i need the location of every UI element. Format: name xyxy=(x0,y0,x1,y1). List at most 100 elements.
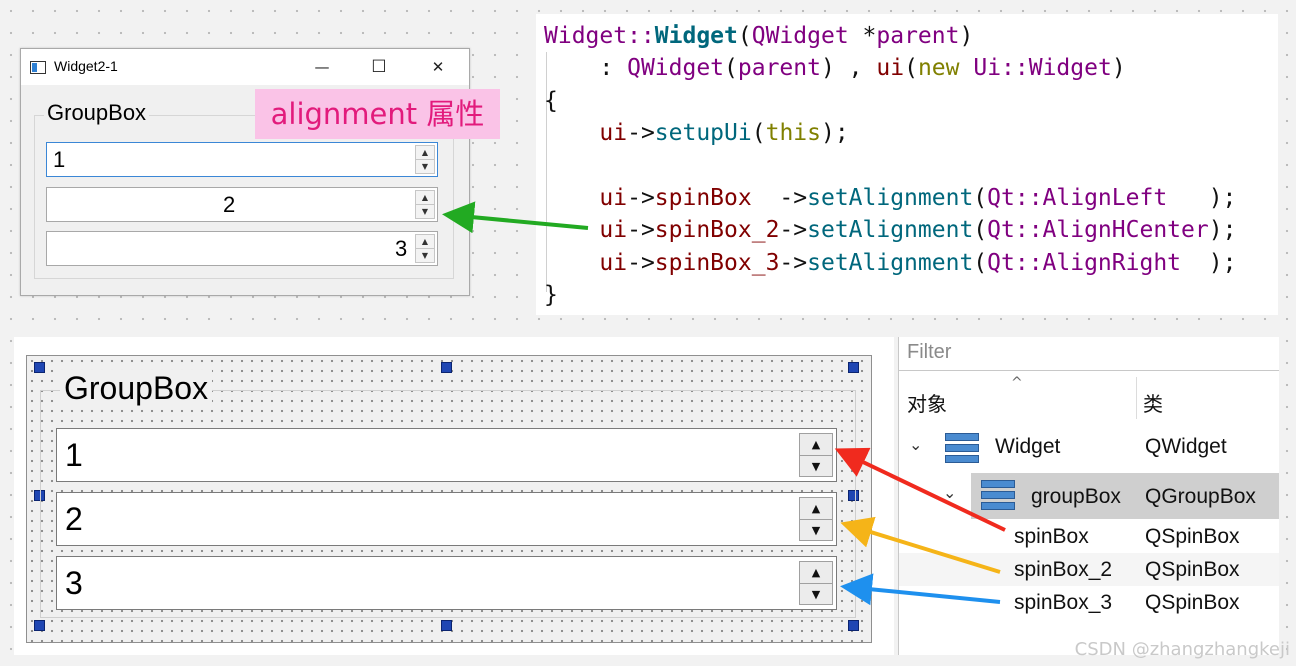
expand-icon[interactable]: ⌄ xyxy=(943,483,956,503)
code-token: setupUi xyxy=(654,120,752,147)
code-token: -> xyxy=(627,120,655,147)
spin-down-icon[interactable]: ▼ xyxy=(800,456,832,477)
code-token: ( xyxy=(904,55,918,82)
code-token: ui xyxy=(599,217,628,244)
code-token: spinBox xyxy=(654,185,752,212)
window-title: Widget2-1 xyxy=(54,58,118,74)
code-token: spinBox_2 xyxy=(654,217,780,244)
spinbox-3[interactable]: 3 ▲ ▼ xyxy=(46,231,438,266)
spin-down-icon[interactable]: ▼ xyxy=(416,160,434,173)
tree-row-spinbox-2[interactable]: spinBox_2 QSpinBox xyxy=(899,553,1279,586)
spinbox-3-value: 3 xyxy=(395,236,408,261)
code-token: ( xyxy=(973,185,988,212)
designer-spinbox-2[interactable]: 2 ▲ ▼ xyxy=(56,492,837,546)
resize-handle[interactable] xyxy=(848,362,859,373)
column-divider xyxy=(1136,377,1137,419)
code-token: ( xyxy=(973,249,988,276)
designer-spinbox-1-value: 1 xyxy=(65,437,83,473)
watermark: CSDN @zhangzhangkeji xyxy=(1074,639,1290,660)
column-header-object[interactable]: 对象 xyxy=(907,377,947,419)
spinbox-2[interactable]: 2 ▲ ▼ xyxy=(46,187,438,222)
filter-input[interactable]: Filter xyxy=(899,337,1279,371)
code-token: Qt::AlignHCenter xyxy=(987,217,1209,244)
tree-row-class: QWidget xyxy=(1145,435,1227,458)
resize-handle[interactable] xyxy=(848,620,859,631)
column-header-class[interactable]: 类 xyxy=(1143,377,1163,419)
expand-icon[interactable]: ⌄ xyxy=(909,435,922,455)
spin-up-icon[interactable]: ▲ xyxy=(800,434,832,456)
spin-up-icon[interactable]: ▲ xyxy=(416,191,434,205)
resize-handle[interactable] xyxy=(34,362,45,373)
code-token: ) xyxy=(959,23,974,49)
tree-row-class: QSpinBox xyxy=(1145,591,1240,614)
tree-row-widget[interactable]: ⌄ Widget QWidget xyxy=(899,429,1279,469)
code-token: ) xyxy=(1111,55,1126,82)
code-token: -> xyxy=(751,185,808,212)
spin-up-icon[interactable]: ▲ xyxy=(800,498,832,520)
tree-row-spinbox[interactable]: spinBox QSpinBox xyxy=(899,521,1279,553)
spin-down-icon[interactable]: ▼ xyxy=(416,249,434,262)
code-line-3: { xyxy=(544,87,558,114)
code-token: ui xyxy=(876,55,905,82)
spin-down-icon[interactable]: ▼ xyxy=(800,584,832,605)
code-token: ); xyxy=(1181,249,1237,276)
code-line-8: ui->spinBox_3->setAlignment(Qt::AlignRig… xyxy=(544,250,1236,276)
code-line-7: ui->spinBox_2->setAlignment(Qt::AlignHCe… xyxy=(544,217,1236,243)
tree-row-spinbox-3[interactable]: spinBox_3 QSpinBox xyxy=(899,586,1279,619)
code-token: -> xyxy=(627,249,655,276)
code-token: ( xyxy=(973,217,988,244)
designer-groupbox-title: GroupBox xyxy=(60,370,213,407)
tree-row-name: spinBox_2 xyxy=(1014,558,1113,581)
resize-handle[interactable] xyxy=(34,620,45,631)
spin-up-icon[interactable]: ▲ xyxy=(800,562,832,584)
maximize-button[interactable]: ☐ xyxy=(359,53,399,81)
tree-row-name: spinBox_3 xyxy=(1014,591,1113,614)
designer-spinbox-2-value: 2 xyxy=(65,501,83,537)
resize-handle[interactable] xyxy=(441,620,452,631)
code-token: spinBox_3 xyxy=(654,249,780,276)
spinbox-1[interactable]: 1 ▲ ▼ xyxy=(46,142,438,177)
code-token: Widget:: xyxy=(544,23,655,49)
tree-row-name: groupBox xyxy=(1031,485,1121,508)
code-token: ); xyxy=(820,120,849,147)
code-block: Widget::Widget(QWidget *parent) : QWidge… xyxy=(544,20,1236,312)
tree-row-groupbox-content[interactable]: ⌄ groupBox QGroupBox xyxy=(899,473,1279,519)
groupbox-object-icon xyxy=(981,480,1015,510)
tree-row-name: spinBox xyxy=(1014,525,1089,548)
code-token: setAlignment xyxy=(807,217,974,244)
code-token: -> xyxy=(627,185,655,212)
minimize-button[interactable]: — xyxy=(302,53,342,81)
widget-object-icon xyxy=(945,433,979,463)
code-token: ( xyxy=(724,55,738,82)
sort-indicator-icon[interactable]: ^ xyxy=(1011,375,1023,391)
spin-up-icon[interactable]: ▲ xyxy=(416,235,434,249)
filter-placeholder: Filter xyxy=(907,341,952,363)
code-token: QWidget xyxy=(627,55,725,82)
tree-row-name: Widget xyxy=(995,435,1061,458)
spinbox-1-value: 1 xyxy=(53,147,66,172)
spinbox-3-arrows: ▲ ▼ xyxy=(415,234,435,263)
code-token: QWidget xyxy=(751,23,849,49)
designer-spinbox-1[interactable]: 1 ▲ ▼ xyxy=(56,428,837,482)
spin-up-icon[interactable]: ▲ xyxy=(416,146,434,160)
code-token: parent xyxy=(876,23,960,49)
code-token: Widget xyxy=(654,23,738,49)
code-token: Qt::AlignRight xyxy=(987,249,1182,276)
resize-handle[interactable] xyxy=(441,362,452,373)
tree-row-class: QGroupBox xyxy=(1145,485,1256,508)
object-inspector: Filter ^ 对象 类 ⌄ Widget QWidget ⌄ groupBo… xyxy=(898,337,1279,655)
spin-down-icon[interactable]: ▼ xyxy=(416,205,434,218)
spinbox-1-arrows: ▲ ▼ xyxy=(415,145,435,174)
code-token: * xyxy=(848,23,877,49)
code-token: setAlignment xyxy=(807,185,974,212)
designer-spinbox-3[interactable]: 3 ▲ ▼ xyxy=(56,556,837,610)
spin-down-icon[interactable]: ▼ xyxy=(800,520,832,541)
code-token: -> xyxy=(779,249,808,276)
designer-spinbox-2-arrows: ▲ ▼ xyxy=(799,497,833,541)
code-token: new xyxy=(917,55,960,82)
code-line-4: ui->setupUi(this); xyxy=(544,120,849,147)
code-token: -> xyxy=(779,217,808,244)
code-token: ui xyxy=(599,185,628,212)
close-button[interactable]: ✕ xyxy=(418,53,458,81)
designer-spinbox-3-arrows: ▲ ▼ xyxy=(799,561,833,605)
